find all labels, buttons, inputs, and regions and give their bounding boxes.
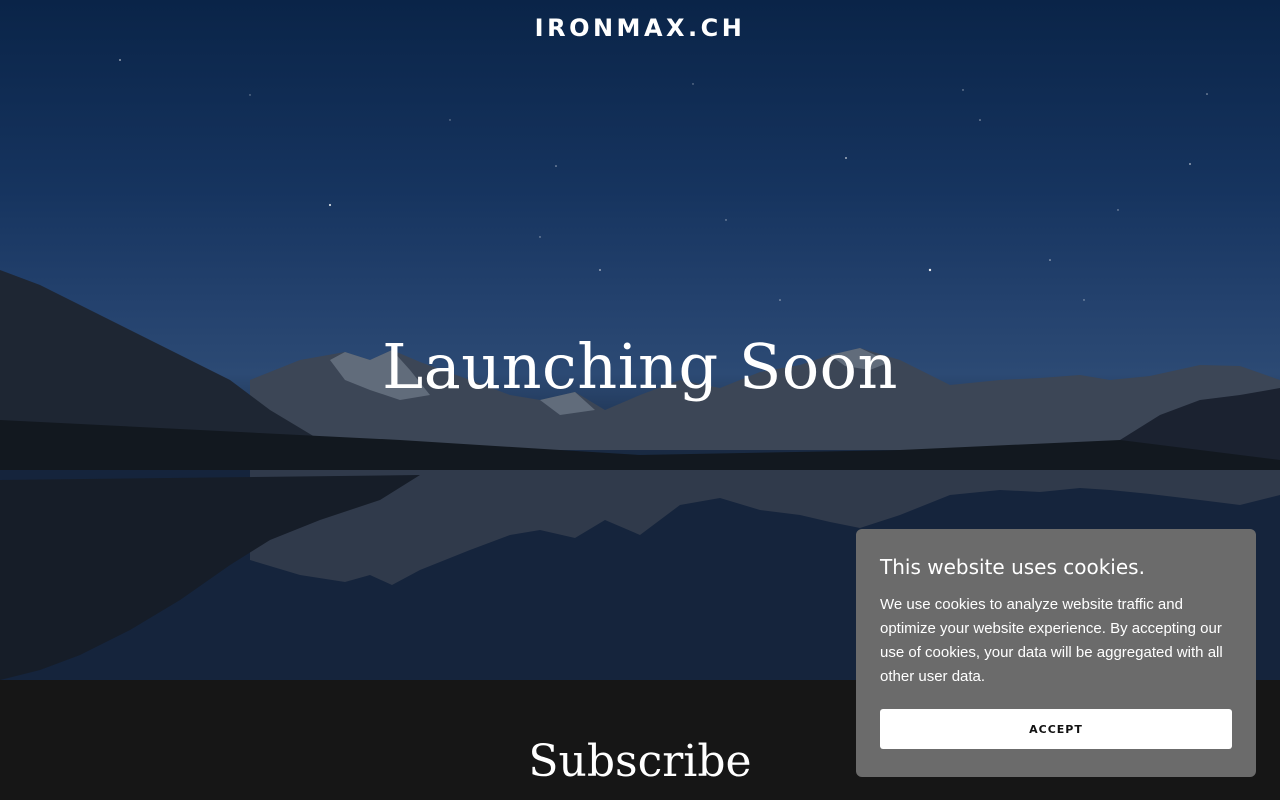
accept-cookies-button[interactable]: ACCEPT (880, 709, 1232, 749)
cookie-banner-text: We use cookies to analyze website traffi… (880, 596, 1223, 685)
launching-headline: Launching Soon (382, 330, 898, 403)
stars (119, 59, 1208, 301)
cookie-banner: This website uses cookies. We use cookie… (856, 529, 1256, 777)
cookie-banner-title: This website uses cookies. (880, 555, 1145, 579)
site-title: IRONMAX.CH (534, 14, 746, 42)
